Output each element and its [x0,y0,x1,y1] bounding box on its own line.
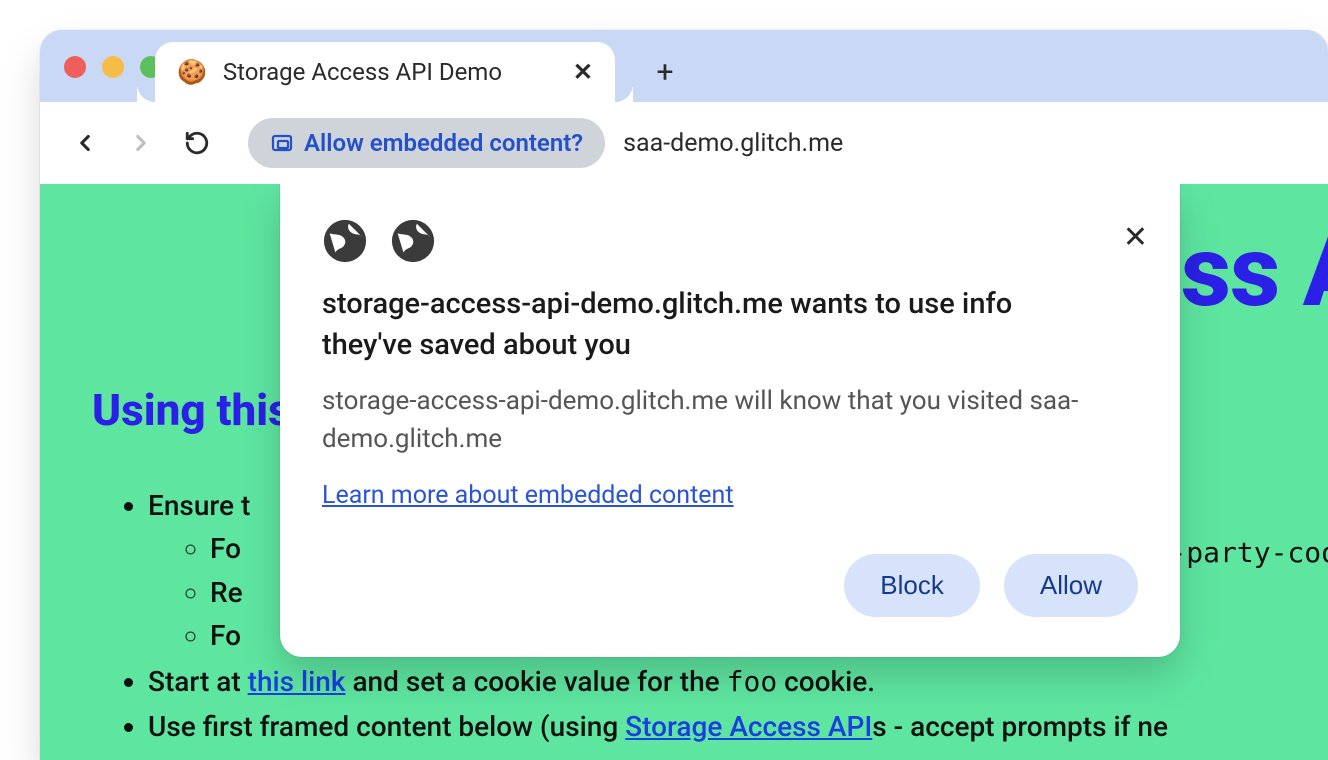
popup-actions: Block Allow [322,554,1138,617]
embedded-content-icon [270,131,294,155]
url-display: saa-demo.glitch.me [623,129,843,158]
section-heading: Using this [92,384,291,436]
list-item: Start at this link and set a cookie valu… [148,660,1168,703]
this-link[interactable]: this link [248,665,346,698]
forward-button[interactable] [116,118,166,168]
popup-icons [322,218,1138,264]
omnibox[interactable]: Allow embedded content? saa-demo.glitch.… [248,118,843,168]
globe-icon [322,218,368,264]
tab-title: Storage Access API Demo [223,58,557,86]
popup-body: storage-access-api-demo.glitch.me will k… [322,383,1138,458]
allow-button[interactable]: Allow [1004,554,1138,617]
browser-tab[interactable]: 🍪 Storage Access API Demo ✕ [155,42,615,102]
learn-more-link[interactable]: Learn more about embedded content [322,481,734,510]
partial-code-text: -party-coo [1169,536,1328,569]
list-item: Use first framed content below (using St… [148,705,1168,748]
permission-chip[interactable]: Allow embedded content? [248,118,605,168]
tab-close-icon[interactable]: ✕ [573,58,593,86]
block-button[interactable]: Block [844,554,980,617]
permission-chip-label: Allow embedded content? [304,129,583,157]
back-button[interactable] [60,118,110,168]
toolbar: Allow embedded content? saa-demo.glitch.… [40,102,1328,184]
page-viewport: ss A Using this Ensure t Fo Re Fo Start … [40,184,1328,760]
globe-icon [390,218,436,264]
tab-strip: 🍪 Storage Access API Demo ✕ + [40,30,1328,102]
storage-access-api-link[interactable]: Storage Access API [625,710,872,743]
page-heading: ss A [1181,214,1328,329]
tab-favicon: 🍪 [177,60,207,84]
minimize-window-button[interactable] [102,56,124,78]
popup-close-icon[interactable]: ✕ [1123,220,1148,255]
window-controls [64,56,162,78]
new-tab-button[interactable]: + [645,52,685,92]
popup-title: storage-access-api-demo.glitch.me wants … [322,284,1138,365]
permission-popup: ✕ storage-access-api-demo.glitch.me want… [280,184,1180,657]
close-window-button[interactable] [64,56,86,78]
browser-window: 🍪 Storage Access API Demo ✕ + [40,30,1328,760]
reload-button[interactable] [172,118,222,168]
